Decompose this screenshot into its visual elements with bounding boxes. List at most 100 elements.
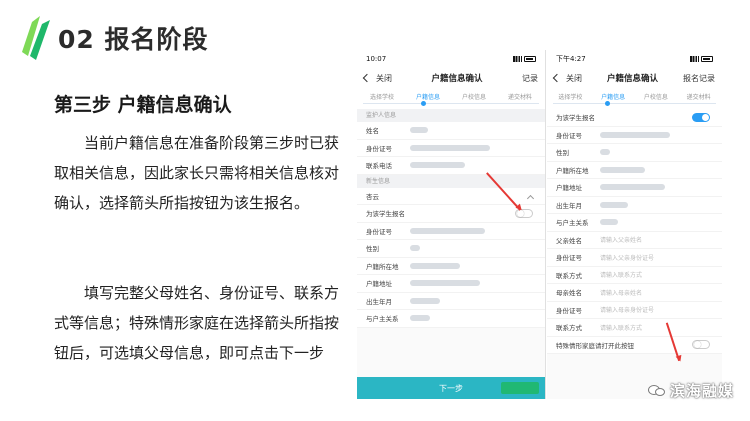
student-info-row: 户籍地址	[357, 275, 545, 293]
blurred-value	[410, 280, 480, 287]
blurred-value	[410, 262, 460, 269]
battery-icon	[524, 55, 536, 62]
parent-field-row[interactable]: 父亲姓名 请输入父亲姓名	[547, 231, 722, 249]
step-select-school: 选择学校	[369, 94, 394, 101]
parent-field-row[interactable]: 联系方式 请输入联系方式	[547, 319, 722, 337]
mother-id-input[interactable]: 请输入母亲身份证号	[600, 305, 722, 314]
row-label: 户籍所在地	[556, 166, 589, 175]
status-time: 下午4:27	[556, 54, 586, 63]
row-label: 与户主关系	[366, 315, 399, 324]
step-school-info: 户校信息	[461, 94, 486, 101]
toggle-label: 为该学生报名	[556, 114, 595, 123]
row-label: 出生年月	[366, 297, 392, 306]
blurred-value	[600, 166, 645, 173]
nav-bar: 关闭 户籍信息确认 报名记录	[547, 67, 722, 89]
student-name-row[interactable]: 杏云	[357, 187, 545, 205]
student-info-row: 户籍地址	[547, 179, 722, 197]
guardian-section-header: 监护人信息	[357, 109, 545, 122]
row-label: 出生年月	[556, 201, 582, 210]
close-button[interactable]: 关闭	[376, 73, 392, 84]
step-household-info: 户籍信息	[601, 94, 626, 101]
parent-field-row[interactable]: 母亲姓名 请输入母亲姓名	[547, 284, 722, 302]
step-active-dot	[421, 101, 426, 106]
blurred-value	[600, 149, 610, 156]
row-label: 户籍所在地	[366, 262, 399, 271]
father-id-input[interactable]: 请输入父亲身份证号	[600, 253, 722, 262]
student-info-row: 户籍所在地	[547, 161, 722, 179]
step-school-info: 户校信息	[643, 94, 668, 101]
records-link[interactable]: 记录	[522, 73, 538, 84]
green-overlay-chip	[501, 382, 539, 394]
step-progress: 选择学校 户籍信息 户校信息 递交材料	[547, 89, 722, 109]
watermark: 滨海融媒	[647, 380, 734, 401]
row-label: 身份证号	[556, 306, 582, 315]
guardian-name-row: 姓名	[357, 122, 545, 140]
student-info-row: 身份证号	[547, 126, 722, 144]
student-info-row: 与户主关系	[547, 214, 722, 232]
student-section-header: 新生信息	[357, 174, 545, 188]
collapse-icon[interactable]	[526, 194, 535, 202]
row-label: 身份证号	[556, 131, 582, 140]
page-title: 户籍信息确认	[606, 74, 658, 84]
row-label: 性别	[556, 149, 569, 158]
special-case-toggle[interactable]	[692, 340, 710, 350]
blurred-value	[410, 144, 490, 151]
instruction-paragraph-2: 填写完整父母姓名、身份证号、联系方式等信息；特殊情形家庭在选择箭头所指按钮后，可…	[54, 284, 340, 362]
row-label: 户籍地址	[366, 280, 392, 289]
parent-field-row[interactable]: 身份证号 请输入母亲身份证号	[547, 301, 722, 319]
battery-icon	[701, 55, 713, 62]
toggle-label: 为该学生报名	[366, 210, 405, 219]
blurred-value	[410, 315, 430, 322]
row-label: 母亲姓名	[556, 289, 582, 298]
blurred-value	[410, 297, 440, 304]
blurred-value	[410, 227, 485, 234]
student-info-row: 性别	[547, 144, 722, 162]
nav-bar: 关闭 户籍信息确认 记录	[357, 67, 545, 89]
step-submit-materials: 递交材料	[686, 94, 711, 101]
row-label: 联系方式	[556, 324, 582, 333]
guardian-phone-row: 联系电话	[357, 157, 545, 175]
enroll-toggle[interactable]	[692, 112, 710, 122]
father-name-input[interactable]: 请输入父亲姓名	[600, 235, 722, 244]
parent-field-row[interactable]: 身份证号 请输入父亲身份证号	[547, 249, 722, 267]
slide-title: 02 报名阶段	[58, 25, 209, 54]
status-bar: 10:07	[357, 50, 545, 67]
step-submit-materials: 递交材料	[507, 94, 532, 101]
instruction-paragraph-1: 当前户籍信息在准备阶段第三步时已获取相关信息，因此家长只需将相关信息核对确认，选…	[54, 134, 340, 212]
enroll-records-link[interactable]: 报名记录	[683, 73, 715, 84]
phone-screen-a: 10:07 关闭 户籍信息确认 记录 选择学校 户籍信息 户校信息 递交材料 监…	[357, 50, 546, 399]
status-time: 10:07	[366, 54, 387, 63]
student-name: 杏云	[366, 192, 379, 201]
toggle-knob	[702, 113, 709, 121]
wechat-icon	[647, 383, 666, 398]
mother-name-input[interactable]: 请输入母亲姓名	[600, 288, 722, 297]
father-phone-input[interactable]: 请输入联系方式	[600, 270, 722, 279]
signal-icon	[690, 55, 699, 62]
step-household-info: 户籍信息	[415, 94, 440, 101]
student-info-row: 身份证号	[357, 222, 545, 240]
row-label: 身份证号	[556, 254, 582, 263]
close-button[interactable]: 关闭	[566, 73, 582, 84]
page-title: 户籍信息确认	[431, 74, 483, 84]
step-active-dot	[605, 101, 610, 106]
step-progress: 选择学校 户籍信息 户校信息 递交材料	[357, 89, 545, 109]
logo-icon	[22, 16, 50, 60]
blurred-value	[410, 162, 465, 169]
guardian-id-row: 身份证号	[357, 139, 545, 157]
parent-field-row[interactable]: 联系方式 请输入联系方式	[547, 266, 722, 284]
blurred-value	[600, 219, 618, 226]
student-info-row: 出生年月	[547, 196, 722, 214]
special-case-label: 特殊情形家庭请打开此按钮	[556, 341, 634, 350]
blurred-value	[410, 127, 428, 134]
row-label: 联系电话	[366, 162, 392, 171]
row-label: 姓名	[366, 127, 379, 136]
toggle-knob	[694, 341, 701, 349]
enroll-toggle-row: 为该学生报名	[547, 109, 722, 127]
row-label: 身份证号	[366, 227, 392, 236]
mother-phone-input[interactable]: 请输入联系方式	[600, 323, 722, 332]
student-info-row: 性别	[357, 240, 545, 258]
back-chevron-icon[interactable]	[362, 73, 372, 83]
blurred-value	[600, 131, 670, 138]
phone-screen-b: 下午4:27 关闭 户籍信息确认 报名记录 选择学校 户籍信息 户校信息 递交材…	[547, 50, 722, 399]
back-chevron-icon[interactable]	[552, 73, 562, 83]
